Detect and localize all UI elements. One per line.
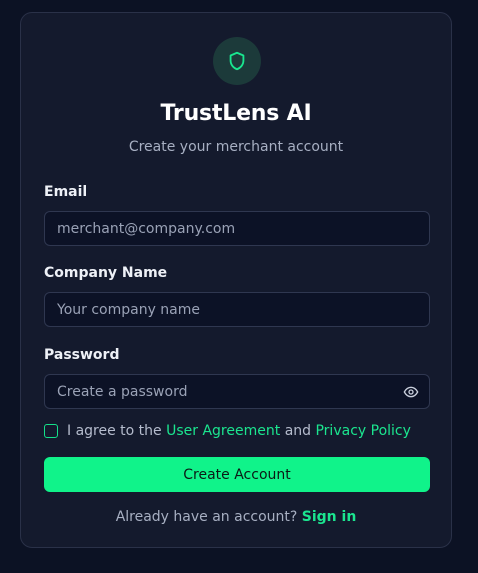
signin-prompt: Already have an account? Sign in [21, 509, 451, 525]
signup-card: TrustLens AI Create your merchant accoun… [20, 12, 452, 548]
password-label: Password [44, 347, 120, 363]
user-agreement-link[interactable]: User Agreement [166, 423, 280, 439]
privacy-policy-link[interactable]: Privacy Policy [315, 423, 410, 439]
email-label: Email [44, 184, 88, 200]
logo-badge [213, 37, 261, 85]
eye-icon[interactable] [403, 384, 419, 400]
agreement-text: I agree to the [67, 423, 162, 439]
app-title: TrustLens AI [160, 101, 312, 126]
email-field[interactable]: merchant@company.com [44, 211, 430, 246]
signin-prompt-text: Already have an account? [115, 509, 298, 525]
company-name-label: Company Name [44, 265, 168, 281]
agreement-and: and [284, 423, 312, 439]
create-account-button[interactable]: Create Account [44, 457, 430, 492]
password-placeholder: Create a password [57, 383, 188, 400]
agreement-row: I agree to the User Agreement and Privac… [44, 423, 411, 439]
agreement-checkbox[interactable] [44, 424, 58, 438]
email-placeholder: merchant@company.com [57, 220, 236, 237]
company-name-placeholder: Your company name [57, 301, 201, 318]
shield-icon [229, 51, 245, 71]
password-field[interactable]: Create a password [44, 374, 430, 409]
page-subtitle: Create your merchant account [128, 139, 344, 155]
company-name-field[interactable]: Your company name [44, 292, 430, 327]
sign-in-link[interactable]: Sign in [302, 509, 357, 525]
